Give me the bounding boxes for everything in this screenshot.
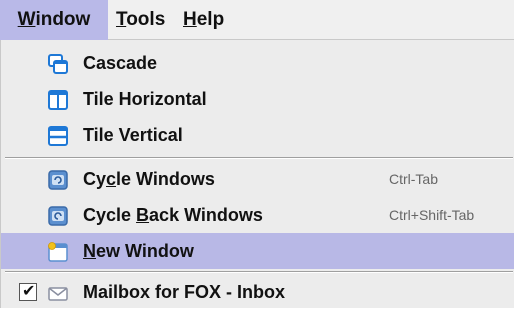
menu-help-mnemonic: H [183,9,197,30]
menu-help[interactable]: Help [183,0,224,40]
menu-item-tile-horizontal-label: Tile Horizontal [83,89,207,109]
new-window-label-rest: ew Window [96,241,194,261]
menu-item-mailbox[interactable]: ✔ Mailbox for FOX - Inbox [1,274,514,310]
menu-item-cycle-back-windows[interactable]: Cycle Back Windows Ctrl+Shift-Tab [1,197,514,233]
menu-window[interactable]: Window [0,0,108,40]
new-window-icon [48,242,68,262]
menu-tools-label: ools [126,9,166,30]
menu-separator [5,271,513,273]
mailbox-checkbox[interactable]: ✔ [19,283,37,301]
cycle-back-label-pre: Cycle [83,205,137,225]
menu-item-cycle-windows-label: Cycle Windows [83,161,215,197]
cycle-windows-shortcut: Ctrl-Tab [389,171,439,187]
tile-horizontal-icon [48,90,68,110]
window-menu-screen: Window Tools Help Cascade Tile Horizonta… [0,0,514,308]
menu-item-cycle-back-windows-label: Cycle Back Windows [83,197,263,233]
menu-help-label: elp [196,9,225,30]
envelope-icon [48,287,68,301]
cycle-back-windows-shortcut: Ctrl+Shift-Tab [389,207,475,223]
menu-item-cycle-windows[interactable]: Cycle Windows Ctrl-Tab [1,161,514,197]
menu-item-cascade-label: Cascade [83,53,158,73]
tile-vertical-icon [48,126,68,146]
menu-item-tile-vertical-label: Tile Vertical [83,125,183,145]
cascade-icon [48,54,68,74]
window-dropdown-menu: Cascade Tile Horizontal Tile Vertical Cy… [0,40,514,308]
cycle-back-label-post: ack Windows [149,205,263,225]
menu-item-tile-horizontal[interactable]: Tile Horizontal [1,81,514,117]
cycle-back-mnemonic: B [136,205,150,225]
check-mark-icon: ✔ [22,283,36,300]
menu-item-tile-vertical[interactable]: Tile Vertical [1,117,514,153]
menu-item-new-window-label: New Window [83,233,194,269]
menu-tools-mnemonic: T [116,9,127,30]
menu-bar: Window Tools Help [0,0,514,40]
menu-tools[interactable]: Tools [116,0,165,40]
cycle-windows-label-post: le Windows [116,169,215,189]
cycle-back-windows-icon [48,206,68,226]
new-window-mnemonic: N [83,241,96,261]
menu-item-mailbox-label: Mailbox for FOX - Inbox [83,282,285,302]
menu-item-new-window[interactable]: New Window [1,233,514,269]
cycle-windows-icon [48,170,68,190]
menu-separator [5,157,513,159]
cycle-windows-label-pre: Cy [83,169,107,189]
menu-window-mnemonic: W [17,9,36,30]
menu-item-cascade[interactable]: Cascade [1,45,514,81]
menu-window-label: indow [35,9,91,30]
cycle-windows-mnemonic: c [106,169,117,189]
